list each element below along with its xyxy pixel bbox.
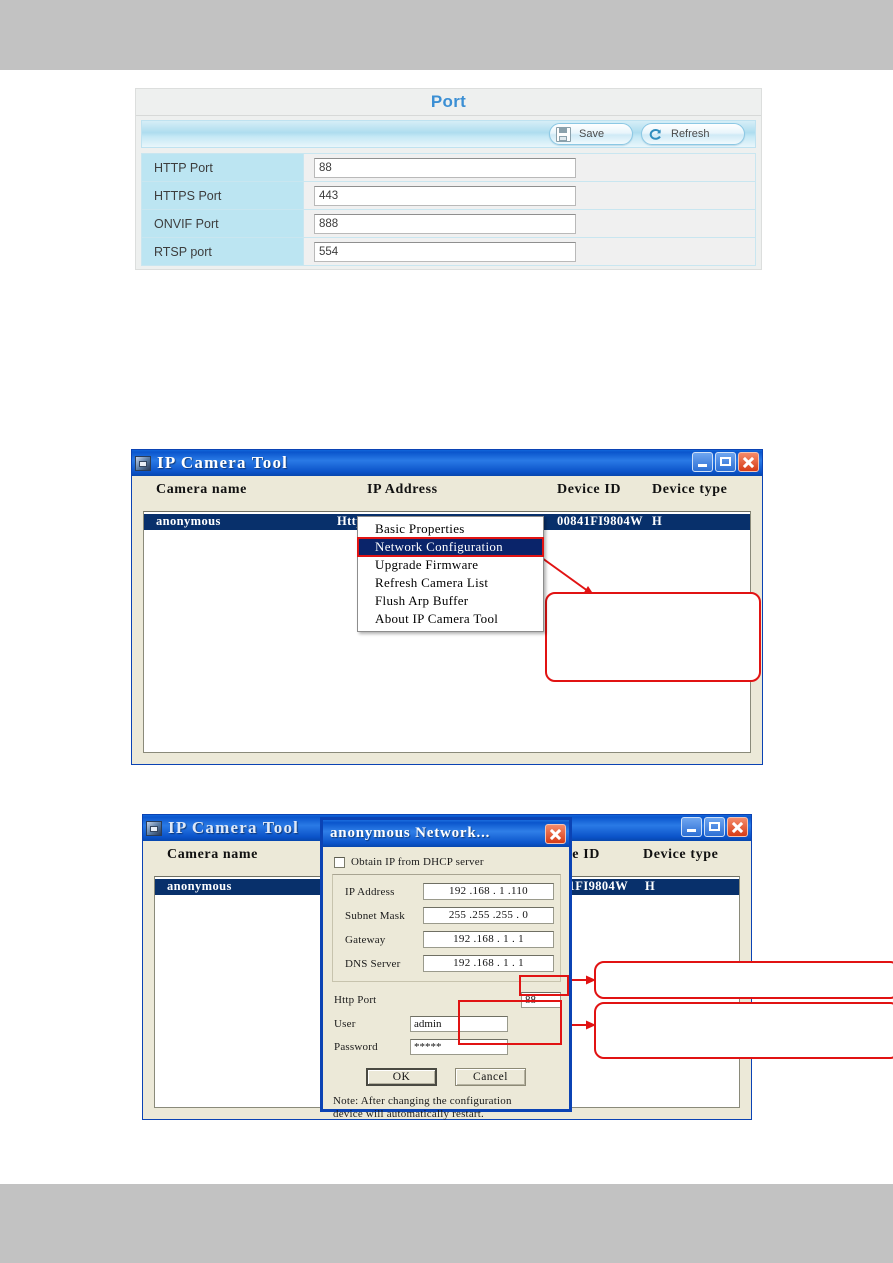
save-button-label: Save <box>579 128 605 140</box>
http-port-input[interactable]: 88 <box>314 157 576 178</box>
close-icon[interactable] <box>738 452 759 472</box>
row-value-cell: 888 <box>304 210 755 237</box>
tool-window-titlebar[interactable]: IP Camera Tool <box>132 450 762 476</box>
menu-item-upgrade-firmware[interactable]: Upgrade Firmware <box>358 556 543 574</box>
refresh-button[interactable]: Refresh <box>641 123 745 145</box>
http-port-callout-box <box>594 961 893 999</box>
page-bottom-band <box>0 1184 893 1263</box>
dhcp-checkbox-label: Obtain IP from DHCP server <box>351 856 484 868</box>
gateway-label: Gateway <box>345 933 386 946</box>
column-ip-address: IP Address <box>367 482 438 497</box>
dialog-note-line2: device will automatically restart. <box>333 1108 484 1120</box>
ip-settings-group: IP Address 192 .168 . 1 .110 Subnet Mask… <box>332 874 561 982</box>
credentials-callout-box <box>594 1002 893 1059</box>
column-camera-name: Camera name <box>167 847 258 862</box>
cell-device-id: 00841FI9804W <box>557 514 644 528</box>
dialog-note: Note: After changing the configuration d… <box>333 1095 569 1121</box>
gateway-row: Gateway 192 .168 . 1 . 1 <box>339 929 554 950</box>
user-label: User <box>334 1017 356 1030</box>
dhcp-checkbox[interactable] <box>334 856 345 868</box>
dns-server-input[interactable]: 192 .168 . 1 . 1 <box>423 955 554 972</box>
cell-device-type: H <box>645 879 656 893</box>
dns-server-row: DNS Server 192 .168 . 1 . 1 <box>339 953 554 974</box>
port-toolbar: Save Refresh <box>141 120 756 148</box>
ip-address-row: IP Address 192 .168 . 1 .110 <box>339 881 554 902</box>
onvif-port-input[interactable]: 888 <box>314 213 576 234</box>
row-value-cell: 443 <box>304 182 755 209</box>
menu-item-network-configuration[interactable]: Network Configuration <box>357 537 544 557</box>
minimize-icon[interactable] <box>692 452 713 472</box>
window-controls <box>692 452 759 472</box>
subnet-mask-label: Subnet Mask <box>345 909 405 922</box>
refresh-button-label: Refresh <box>671 128 710 140</box>
page-top-band <box>0 0 893 70</box>
dialog-note-line1: Note: After changing the configuration <box>333 1095 512 1107</box>
http-port-row: Http Port 88 <box>334 990 561 1009</box>
password-label: Password <box>334 1040 378 1053</box>
camera-list-header: Camera name IP Address Device ID Device … <box>132 476 762 504</box>
tool-window-2-title: IP Camera Tool <box>168 818 300 837</box>
row-label-https-port: HTTPS Port <box>142 182 304 209</box>
http-port-label: Http Port <box>334 993 377 1006</box>
https-port-input[interactable]: 443 <box>314 185 576 206</box>
column-device-type: Device type <box>652 482 728 497</box>
net-dialog-title: anonymous Network... <box>330 825 491 841</box>
column-camera-name: Camera name <box>156 482 247 497</box>
minimize-icon[interactable] <box>681 817 702 837</box>
app-camera-icon <box>146 820 162 836</box>
dhcp-checkbox-row[interactable]: Obtain IP from DHCP server <box>334 856 569 868</box>
row-label-onvif-port: ONVIF Port <box>142 210 304 237</box>
dialog-http-port-input[interactable]: 88 <box>521 991 561 1008</box>
maximize-icon[interactable] <box>715 452 736 472</box>
table-row: RTSP port 554 <box>142 238 755 266</box>
password-row: Password ***** <box>334 1037 561 1056</box>
menu-item-refresh-camera-list[interactable]: Refresh Camera List <box>358 574 543 592</box>
close-icon[interactable] <box>727 817 748 837</box>
row-value-cell: 88 <box>304 154 755 181</box>
gateway-input[interactable]: 192 .168 . 1 . 1 <box>423 931 554 948</box>
page-title: Port <box>430 92 467 111</box>
menu-item-flush-arp-buffer[interactable]: Flush Arp Buffer <box>358 592 543 610</box>
cell-device-type: H <box>652 514 663 528</box>
user-input[interactable]: admin <box>410 1015 508 1032</box>
dns-server-label: DNS Server <box>345 957 401 970</box>
subnet-mask-row: Subnet Mask 255 .255 .255 . 0 <box>339 905 554 926</box>
row-value-cell: 554 <box>304 238 755 265</box>
refresh-arrow-icon <box>648 128 663 141</box>
window-controls <box>681 817 748 837</box>
app-camera-icon <box>135 455 151 471</box>
camera-context-menu: Basic Properties Network Configuration U… <box>357 516 544 632</box>
cell-camera-name: anonymous <box>167 879 232 893</box>
net-dialog-titlebar[interactable]: anonymous Network... <box>323 820 569 847</box>
menu-item-about-ip-camera-tool[interactable]: About IP Camera Tool <box>358 610 543 628</box>
port-settings-panel: Port Save Refresh HTTP Port 88 HTTPS Por… <box>135 88 762 270</box>
rtsp-port-input[interactable]: 554 <box>314 241 576 262</box>
ip-address-input[interactable]: 192 .168 . 1 .110 <box>423 883 554 900</box>
tool-window-title: IP Camera Tool <box>157 453 289 472</box>
column-device-id: Device ID <box>557 482 622 497</box>
ok-button[interactable]: OK <box>366 1068 437 1086</box>
dialog-button-row: OK Cancel <box>323 1068 569 1086</box>
network-configuration-dialog: anonymous Network... Obtain IP from DHCP… <box>320 817 572 1120</box>
table-row: HTTP Port 88 <box>142 154 755 182</box>
password-input[interactable]: ***** <box>410 1038 508 1055</box>
menu-item-basic-properties[interactable]: Basic Properties <box>358 520 543 538</box>
row-label-http-port: HTTP Port <box>142 154 304 181</box>
table-row: HTTPS Port 443 <box>142 182 755 210</box>
column-device-type: Device type <box>643 847 719 862</box>
save-button[interactable]: Save <box>549 123 633 145</box>
cancel-button[interactable]: Cancel <box>455 1068 526 1086</box>
maximize-icon[interactable] <box>704 817 725 837</box>
ip-address-label: IP Address <box>345 885 395 898</box>
user-row: User admin <box>334 1014 561 1033</box>
close-icon[interactable] <box>545 823 566 844</box>
table-row: ONVIF Port 888 <box>142 210 755 238</box>
menu-callout-box <box>545 592 761 682</box>
port-table: HTTP Port 88 HTTPS Port 443 ONVIF Port 8… <box>141 153 756 266</box>
port-panel-title-bar: Port <box>136 89 761 116</box>
floppy-disk-icon <box>556 126 571 142</box>
subnet-mask-input[interactable]: 255 .255 .255 . 0 <box>423 907 554 924</box>
cell-camera-name: anonymous <box>156 514 221 528</box>
row-label-rtsp-port: RTSP port <box>142 238 304 265</box>
